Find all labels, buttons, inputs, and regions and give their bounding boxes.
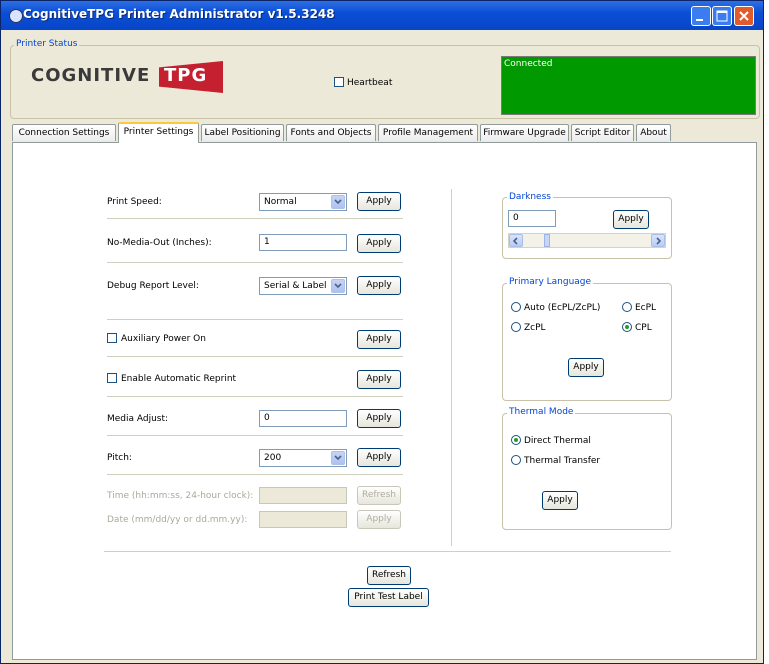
divider	[107, 356, 403, 358]
debug-report-value: Serial & Label	[264, 281, 327, 291]
auto-language-label: Auto (EcPL/ZcPL)	[524, 303, 601, 313]
chevron-down-icon	[334, 199, 342, 205]
tab-connection-settings[interactable]: Connection Settings	[12, 124, 116, 141]
maximize-button[interactable]	[712, 6, 732, 26]
divider	[107, 435, 403, 437]
tab-script-editor[interactable]: Script Editor	[571, 124, 634, 141]
print-speed-select[interactable]: Normal	[259, 193, 347, 211]
refresh-button[interactable]: Refresh	[367, 566, 411, 585]
column-divider	[451, 189, 452, 546]
primary-language-group	[502, 283, 672, 401]
media-adjust-label: Media Adjust:	[107, 414, 169, 424]
direct-thermal-label: Direct Thermal	[524, 436, 591, 446]
cpl-radio[interactable]	[622, 322, 632, 332]
date-label: Date (mm/dd/yy or dd.mm.yy):	[107, 515, 248, 525]
cognitivetpg-logo: COGNITIVE TPG	[31, 61, 231, 95]
automatic-reprint-apply-button[interactable]: Apply	[357, 370, 401, 389]
printer-status-legend: Printer Status	[14, 39, 80, 49]
pitch-apply-button[interactable]: Apply	[357, 448, 401, 467]
zcpl-label: ZcPL	[524, 323, 546, 333]
ecpl-label: EcPL	[635, 303, 657, 313]
arrow-left-icon	[512, 237, 518, 245]
automatic-reprint-checkbox[interactable]	[107, 373, 117, 383]
heartbeat-label: Heartbeat	[347, 78, 393, 88]
darkness-legend: Darkness	[507, 192, 553, 202]
tab-profile-management[interactable]: Profile Management	[378, 124, 478, 141]
thermal-mode-legend: Thermal Mode	[507, 407, 576, 417]
slider-thumb[interactable]	[544, 234, 550, 247]
maximize-icon	[716, 10, 728, 22]
no-media-out-apply-button[interactable]: Apply	[357, 234, 401, 253]
thermal-mode-apply-button[interactable]: Apply	[542, 491, 578, 510]
no-media-out-input[interactable]: 1	[259, 234, 347, 251]
close-icon	[739, 11, 749, 21]
debug-report-select[interactable]: Serial & Label	[259, 277, 347, 295]
divider	[107, 319, 403, 321]
divider	[104, 551, 671, 553]
pitch-label: Pitch:	[107, 453, 132, 463]
debug-report-label: Debug Report Level:	[107, 281, 199, 291]
print-speed-value: Normal	[264, 197, 297, 207]
cpl-label: CPL	[635, 323, 652, 333]
darkness-apply-button[interactable]: Apply	[613, 210, 649, 229]
pitch-value: 200	[264, 453, 282, 463]
chevron-down-icon	[334, 283, 342, 289]
tab-firmware-upgrade[interactable]: Firmware Upgrade	[480, 124, 569, 141]
thermal-transfer-radio[interactable]	[511, 455, 521, 465]
pitch-select[interactable]: 200	[259, 449, 347, 467]
media-adjust-input[interactable]: 0	[259, 410, 347, 427]
tab-label-positioning[interactable]: Label Positioning	[201, 124, 284, 141]
time-label: Time (hh:mm:ss, 24-hour clock):	[107, 491, 254, 501]
app-icon	[9, 9, 23, 23]
auxiliary-power-checkbox[interactable]	[107, 333, 117, 343]
time-input[interactable]	[259, 487, 347, 504]
print-speed-apply-button[interactable]: Apply	[357, 192, 401, 211]
media-adjust-apply-button[interactable]: Apply	[357, 409, 401, 428]
ecpl-radio[interactable]	[622, 302, 632, 312]
no-media-out-label: No-Media-Out (Inches):	[107, 238, 212, 248]
zcpl-radio[interactable]	[511, 322, 521, 332]
divider	[107, 474, 403, 476]
minimize-button[interactable]	[691, 6, 711, 26]
title-bar[interactable]: CognitiveTPG Printer Administrator v1.5.…	[1, 1, 763, 30]
divider	[107, 262, 403, 264]
auxiliary-power-apply-button[interactable]: Apply	[357, 330, 401, 349]
tab-printer-settings[interactable]: Printer Settings	[118, 122, 199, 143]
primary-language-apply-button[interactable]: Apply	[568, 358, 604, 377]
connection-status-text: Connected	[504, 59, 553, 69]
print-speed-label: Print Speed:	[107, 197, 162, 207]
debug-report-apply-button[interactable]: Apply	[357, 276, 401, 295]
divider	[107, 218, 403, 220]
app-window: CognitiveTPG Printer Administrator v1.5.…	[0, 0, 764, 664]
connection-status-box: Connected	[501, 56, 756, 115]
darkness-input[interactable]: 0	[508, 210, 556, 227]
auto-language-radio[interactable]	[511, 302, 521, 312]
primary-language-legend: Primary Language	[507, 277, 594, 287]
thermal-mode-group	[502, 413, 672, 530]
date-input[interactable]	[259, 511, 347, 528]
tab-fonts-and-objects[interactable]: Fonts and Objects	[286, 124, 376, 141]
tab-about[interactable]: About	[636, 124, 671, 141]
window-title: CognitiveTPG Printer Administrator v1.5.…	[23, 7, 335, 21]
date-apply-button[interactable]: Apply	[357, 510, 401, 529]
time-refresh-button[interactable]: Refresh	[357, 486, 401, 505]
chevron-down-icon	[334, 455, 342, 461]
auxiliary-power-label: Auxiliary Power On	[121, 334, 206, 344]
close-button[interactable]	[734, 6, 754, 26]
arrow-right-icon	[656, 237, 662, 245]
print-test-label-button[interactable]: Print Test Label	[348, 588, 429, 607]
divider	[107, 396, 403, 398]
heartbeat-checkbox[interactable]	[334, 77, 344, 87]
minimize-icon	[696, 19, 703, 21]
darkness-slider[interactable]	[508, 233, 666, 248]
thermal-transfer-label: Thermal Transfer	[524, 456, 601, 466]
automatic-reprint-label: Enable Automatic Reprint	[121, 374, 237, 384]
direct-thermal-radio[interactable]	[511, 435, 521, 445]
